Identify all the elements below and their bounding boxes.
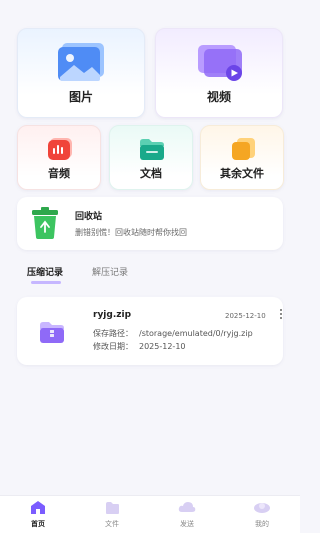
send-icon — [178, 502, 196, 512]
status-bar — [0, 0, 300, 18]
recycle-bin-title: 回收站 — [75, 212, 103, 222]
file-date: 2025-12-10 — [225, 312, 266, 320]
category-audio-card[interactable]: 音频 — [17, 125, 101, 190]
category-videos-card[interactable]: 视频 — [155, 28, 283, 118]
nav-send[interactable]: 发送 — [157, 500, 217, 529]
category-documents-label: 文档 — [140, 167, 162, 180]
category-documents-card[interactable]: 文档 — [109, 125, 193, 190]
recycle-bin-icon — [32, 207, 58, 239]
zip-folder-icon — [40, 322, 64, 343]
file-name: ryjg.zip — [93, 310, 132, 320]
nav-home-label: 首页 — [31, 520, 45, 528]
nav-files[interactable]: 文件 — [82, 500, 142, 529]
file-icon — [106, 502, 119, 514]
nav-send-label: 发送 — [180, 520, 194, 528]
file-path-value: /storage/emulated/0/ryjg.zip — [139, 329, 253, 338]
home-icon — [31, 501, 45, 514]
profile-icon — [254, 503, 270, 513]
audio-icon — [48, 138, 72, 160]
category-images-label: 图片 — [68, 90, 93, 104]
nav-profile[interactable]: 我的 — [232, 500, 292, 529]
file-path-row: 保存路径： /storage/emulated/0/ryjg.zip — [93, 328, 253, 339]
tab-active-indicator — [31, 281, 61, 284]
nav-profile-label: 我的 — [255, 520, 269, 528]
recycle-bin-description: 删错别慌！回收站随时帮你找回 — [75, 228, 187, 237]
folder-icon — [140, 139, 164, 160]
category-videos-label: 视频 — [206, 90, 231, 104]
file-modified-value: 2025-12-10 — [139, 342, 186, 351]
file-modified-label: 修改日期： — [93, 342, 133, 351]
file-path-label: 保存路径： — [93, 329, 133, 338]
category-audio-label: 音频 — [48, 167, 70, 180]
nav-files-label: 文件 — [105, 520, 119, 528]
tab-extract-records[interactable]: 解压记录 — [92, 265, 128, 278]
category-images-card[interactable]: 图片 — [17, 28, 145, 118]
category-others-label: 其余文件 — [220, 167, 264, 180]
file-modified-row: 修改日期： 2025-12-10 — [93, 341, 186, 352]
video-icon — [198, 45, 242, 81]
tab-compress-records[interactable]: 压缩记录 — [27, 265, 63, 278]
recycle-bin-card[interactable]: 回收站 删错别慌！回收站随时帮你找回 — [17, 197, 283, 250]
nav-home[interactable]: 首页 — [8, 500, 68, 529]
image-icon — [58, 43, 104, 81]
other-files-icon — [232, 138, 255, 160]
list-item[interactable]: ryjg.zip 2025-12-10 保存路径： /storage/emulat… — [17, 297, 283, 365]
category-others-card[interactable]: 其余文件 — [200, 125, 284, 190]
more-options-icon[interactable] — [278, 308, 284, 322]
bottom-nav: 首页 文件 发送 我的 — [0, 495, 300, 533]
